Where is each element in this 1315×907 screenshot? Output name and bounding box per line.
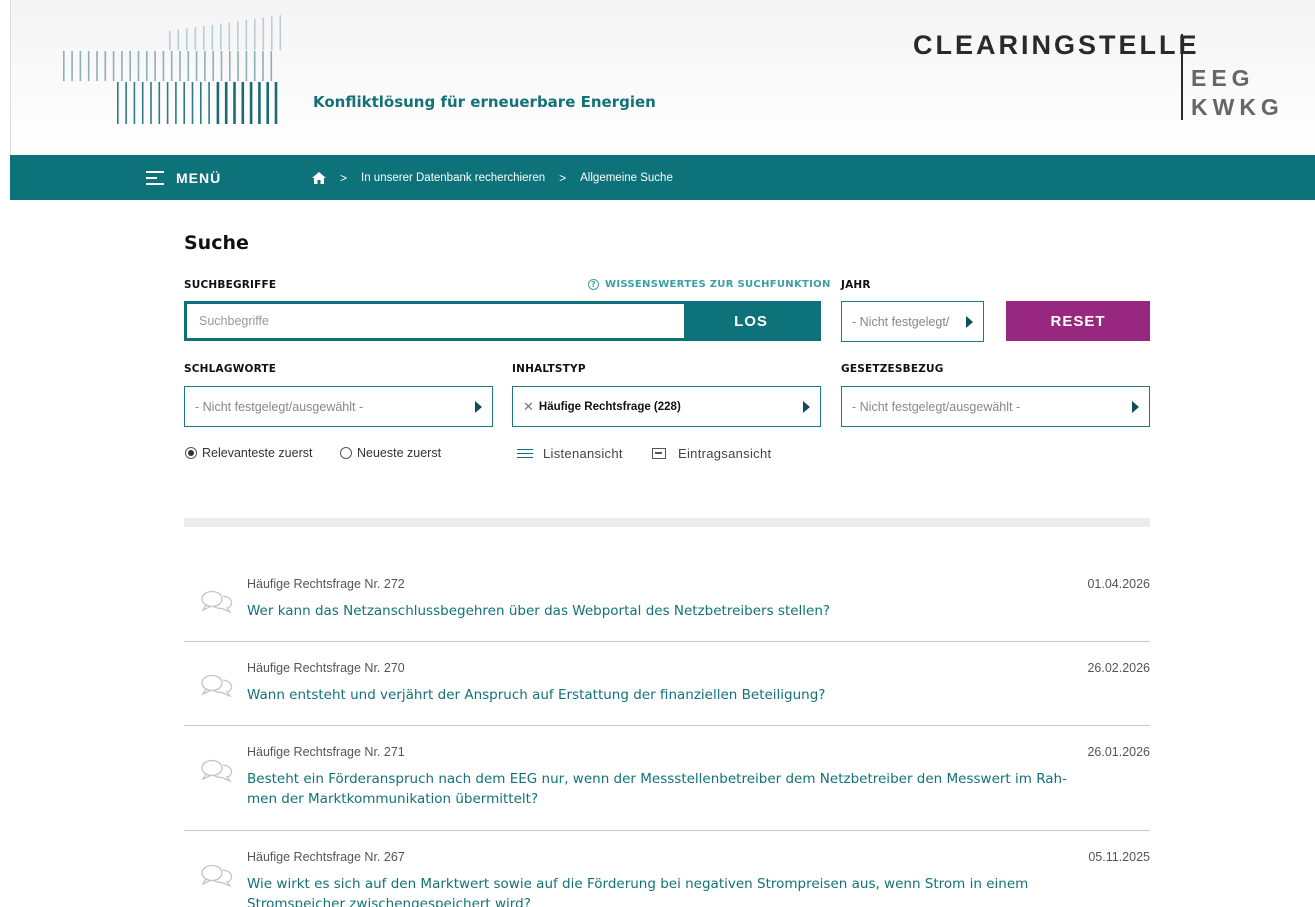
keywords-select[interactable]: - Nicht festgelegt/ausgewählt - [184, 386, 493, 427]
result-meta: Häufige Rechtsfrage Nr. 267 [247, 850, 405, 864]
sort-relevant-label: Relevanteste zuerst [202, 446, 313, 460]
site-header: Konfliktlösung für erneuerbare Energien … [10, 0, 1315, 155]
list-icon [517, 448, 533, 459]
results-divider [184, 518, 1150, 527]
law-reference-select[interactable]: - Nicht festgelegt/ausgewählt - [841, 386, 1150, 427]
list-view-option[interactable]: Listenansicht [517, 446, 623, 461]
content-type-label: INHALTSTYP [512, 363, 586, 375]
result-date: 26.01.2026 [1087, 745, 1150, 759]
search-submit-button[interactable]: LOS [684, 304, 818, 338]
sort-newest-option[interactable]: Neueste zuerst [340, 446, 441, 460]
breadcrumb-separator: > [559, 170, 567, 185]
brand-name[interactable]: CLEARINGSTELLE [913, 30, 1200, 61]
search-help-link[interactable]: ? WISSENSWERTES ZUR SUCHFUNKTION [588, 279, 831, 290]
year-select-value: - Nicht festgelegt/ [852, 314, 950, 329]
search-help-label: WISSENSWERTES ZUR SUCHFUNKTION [605, 279, 831, 290]
speech-bubble-icon [201, 674, 233, 697]
breadcrumb: > In unserer Datenbank recherchieren > A… [312, 155, 673, 200]
result-date: 05.11.2025 [1088, 850, 1150, 864]
radio-checked-icon [185, 447, 197, 459]
caret-right-icon [966, 315, 973, 328]
list-view-label: Listenansicht [543, 446, 623, 461]
home-icon[interactable] [312, 171, 326, 184]
year-label: JAHR [841, 279, 871, 291]
year-select[interactable]: - Nicht festgelegt/ [841, 301, 984, 342]
brand-subtitle: EEG KWKG [1191, 64, 1284, 122]
site-tagline: Konfliktlösung für erneuerbare Energien [313, 93, 656, 111]
brand-subtitle-kwkg: KWKG [1191, 94, 1284, 120]
result-item: Häufige Rechtsfrage Nr. 272 01.04.2026 W… [184, 577, 1150, 642]
result-date: 01.04.2026 [1087, 577, 1150, 591]
law-reference-label: GESETZESBEZUG [841, 363, 944, 375]
caret-right-icon [803, 400, 810, 413]
question-circle-icon: ? [588, 279, 599, 290]
caret-right-icon [475, 400, 482, 413]
speech-bubble-icon [201, 590, 233, 613]
law-reference-select-value: - Nicht festgelegt/ausgewählt - [852, 399, 1021, 414]
result-item: Häufige Rechtsfrage Nr. 270 26.02.2026 W… [184, 661, 1150, 726]
caret-right-icon [1132, 400, 1139, 413]
result-item: Häufige Rechtsfrage Nr. 271 26.01.2026 B… [184, 745, 1150, 831]
result-item: Häufige Rechtsfrage Nr. 267 05.11.2025 W… [184, 850, 1150, 907]
breadcrumb-item-general-search: Allgemeine Suche [580, 171, 673, 184]
search-bar: LOS [184, 301, 821, 341]
result-title-link[interactable]: Wann entsteht und verjährt der Anspruch … [247, 685, 1067, 705]
content-type-select[interactable]: ✕ Häufige Rechtsfrage (228) [512, 386, 821, 427]
result-title-link[interactable]: Besteht ein Förderanspruch nach dem EEG … [247, 769, 1067, 809]
result-meta: Häufige Rechtsfrage Nr. 271 [247, 745, 405, 759]
reset-button[interactable]: RESET [1006, 301, 1150, 341]
menu-button[interactable]: MENÜ [146, 155, 221, 200]
hamburger-icon [146, 170, 164, 185]
result-title-link[interactable]: Wie wirkt es sich auf den Marktwert sowi… [247, 874, 1067, 907]
result-date: 26.02.2026 [1087, 661, 1150, 675]
page-title: Suche [184, 232, 249, 254]
keywords-label: SCHLAGWORTE [184, 363, 277, 375]
speech-bubble-icon [201, 864, 233, 887]
clear-selection-icon[interactable]: ✕ [523, 399, 534, 415]
breadcrumb-separator: > [340, 170, 348, 185]
radio-unchecked-icon [340, 447, 352, 459]
brand-subtitle-eeg: EEG [1191, 65, 1255, 91]
result-title-link[interactable]: Wer kann das Netzanschlussbegehren über … [247, 601, 1067, 621]
logo-bars-icon[interactable] [59, 14, 319, 139]
entry-view-icon [652, 448, 666, 459]
search-terms-label: SUCHBEGRIFFE [184, 279, 277, 291]
result-meta: Häufige Rechtsfrage Nr. 272 [247, 577, 405, 591]
result-meta: Häufige Rechtsfrage Nr. 270 [247, 661, 405, 675]
sort-newest-label: Neueste zuerst [357, 446, 442, 460]
menu-label: MENÜ [176, 169, 222, 186]
entry-view-label: Eintragsansicht [678, 446, 772, 461]
content-type-select-value: Häufige Rechtsfrage (228) [538, 400, 681, 413]
brand-divider [1181, 34, 1183, 120]
main-navbar: MENÜ > In unserer Datenbank recherchiere… [10, 155, 1315, 200]
sort-relevant-option[interactable]: Relevanteste zuerst [185, 446, 312, 460]
search-input[interactable] [187, 304, 684, 338]
entry-view-option[interactable]: Eintragsansicht [652, 446, 771, 461]
speech-bubble-icon [201, 759, 233, 782]
breadcrumb-item-database[interactable]: In unserer Datenbank recherchieren [361, 172, 545, 184]
keywords-select-value: - Nicht festgelegt/ausgewählt - [195, 399, 364, 414]
